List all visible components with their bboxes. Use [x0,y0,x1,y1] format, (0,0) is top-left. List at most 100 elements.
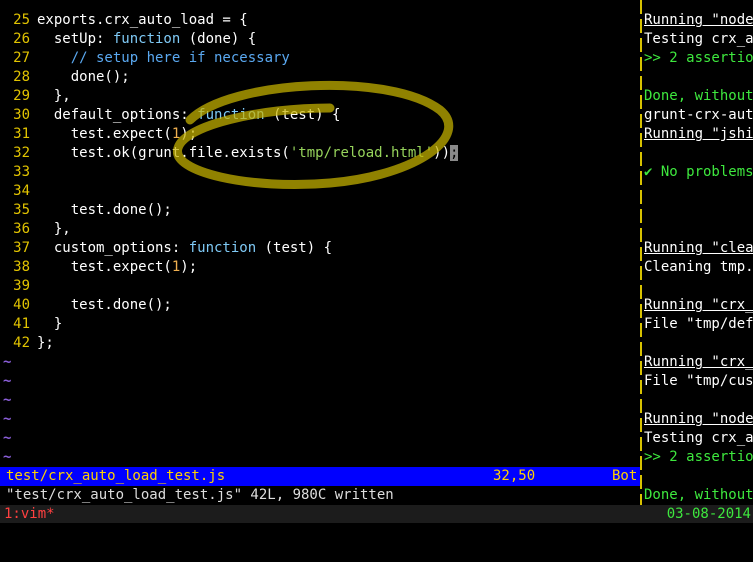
line-number: 29 [13,88,30,104]
code-line[interactable]: 28 done(); [0,68,130,87]
code-line[interactable]: 29 }, [0,87,71,106]
code-token: }, [37,221,71,237]
code-line[interactable]: 31 test.expect(1); [0,125,197,144]
code-text: test.expect(1); [37,126,197,142]
statusline-scroll-indicator: Bot [612,468,638,484]
code-text: exports.crx_auto_load = { [37,12,248,28]
line-number: 33 [13,164,30,180]
empty-line-tilde: ~ [3,449,12,465]
code-text: }, [37,221,71,237]
output-line: Running "nodeu [644,12,753,28]
code-token: (test) { [256,240,333,256]
tmux-date: 03-08-2014 [666,506,751,522]
code-text: done(); [37,69,130,85]
code-token: // setup here if necessary [70,50,290,66]
code-token: (test) { [264,107,341,123]
code-line[interactable]: 26 setUp: function (done) { [0,30,256,49]
line-number: 39 [13,278,30,294]
output-line: Cleaning tmp.. [644,259,753,275]
empty-line-tilde: ~ [3,411,12,427]
code-token: (done) { [180,31,257,47]
line-number: 31 [13,126,30,142]
line-number: 38 [13,259,30,275]
pane-divider[interactable] [640,0,642,505]
code-token: test.done(); [37,297,172,313]
code-line[interactable]: 32 test.ok(grunt.file.exists('tmp/reload… [0,144,459,163]
vim-message-line: "test/crx_auto_load_test.js" 42L, 980C w… [6,487,394,503]
line-number: 25 [13,12,30,28]
vim-editor-pane[interactable]: 25 exports.crx_auto_load = { 26 setUp: fun… [0,0,638,540]
code-text: } [37,316,62,332]
code-line[interactable]: 33 [0,163,37,182]
code-text: }, [37,88,71,104]
code-token: function [197,107,265,123]
code-line[interactable]: 34 [0,182,37,201]
code-line[interactable]: 27 // setup here if necessary [0,49,290,68]
code-text: test.ok(grunt.file.exists('tmp/reload.ht… [37,145,459,161]
code-token: test.expect( [37,126,172,142]
code-token: } [37,316,63,332]
code-token: default_options: [37,107,198,123]
code-token: exports.crx_auto_load = { [37,12,248,28]
code-token: 'tmp/reload.html' [289,145,434,161]
code-text: test.done(); [37,297,172,313]
line-number: 34 [13,183,30,199]
code-token: custom_options: [37,240,189,256]
line-number: 28 [13,69,30,85]
code-token: ); [180,259,198,275]
code-token: function [112,31,181,47]
line-number: 42 [13,335,30,351]
empty-line-tilde: ~ [3,430,12,446]
output-line: ✔ No problems [644,164,753,180]
code-text: }; [37,335,54,351]
code-text: setUp: function (done) { [37,31,256,47]
output-line: Running "crx_a [644,297,753,313]
line-number: 37 [13,240,30,256]
code-line[interactable]: 35 test.done(); [0,201,172,220]
code-token: ); [180,126,198,142]
line-number: 26 [13,31,30,47]
code-line[interactable]: 36 }, [0,220,71,239]
empty-line-tilde: ~ [3,354,12,370]
code-line[interactable]: 25 exports.crx_auto_load = { [0,11,248,30]
tmux-window-tab[interactable]: 1:vim* [4,505,55,524]
code-token: }; [37,335,54,351]
statusline-cursor-position: 32,50 [493,468,536,484]
output-line: Running "nodeu [644,411,753,427]
text-cursor: ; [450,145,459,161]
output-line: File "tmp/defa [644,316,753,332]
code-token: function [188,240,257,256]
code-text: custom_options: function (test) { [37,240,332,256]
code-line[interactable]: 40 test.done(); [0,296,172,315]
code-token: test.done(); [37,202,172,218]
output-line: >> 2 assertion [644,50,753,66]
output-line: Running "jshin [644,126,753,142]
code-token: done(); [37,69,130,85]
statusline-filename: test/crx_auto_load_test.js [6,468,226,484]
code-line[interactable]: 30 default_options: function (test) { [0,106,340,125]
code-line[interactable]: 42}; [0,334,54,353]
output-line: File "tmp/cust [644,373,753,389]
grunt-output-pane[interactable]: Running "nodeu Testing crx_au >> 2 asserti… [644,0,753,505]
output-line: Running "crx_a [644,354,753,370]
line-number: 36 [13,221,30,237]
line-number: 35 [13,202,30,218]
code-token: }, [37,88,71,104]
line-number: 40 [13,297,30,313]
line-number: 30 [13,107,30,123]
output-line: Testing crx_au [644,31,753,47]
code-line[interactable]: 39 [0,277,37,296]
tmux-status-bar: 1:vim* 03-08-2014 [0,505,753,523]
line-number: 41 [13,316,30,332]
empty-line-tilde: ~ [3,392,12,408]
code-line[interactable]: 41 } [0,315,62,334]
output-line: Testing crx_au [644,430,753,446]
code-text: test.expect(1); [37,259,197,275]
code-line[interactable]: 37 custom_options: function (test) { [0,239,332,258]
code-line[interactable]: 38 test.expect(1); [0,258,197,277]
code-token: )) [433,145,451,161]
output-line: grunt-crx-auto [644,107,753,123]
vim-statusline: test/crx_auto_load_test.js 32,50 Bot [0,467,640,486]
output-line: Running "clean [644,240,753,256]
